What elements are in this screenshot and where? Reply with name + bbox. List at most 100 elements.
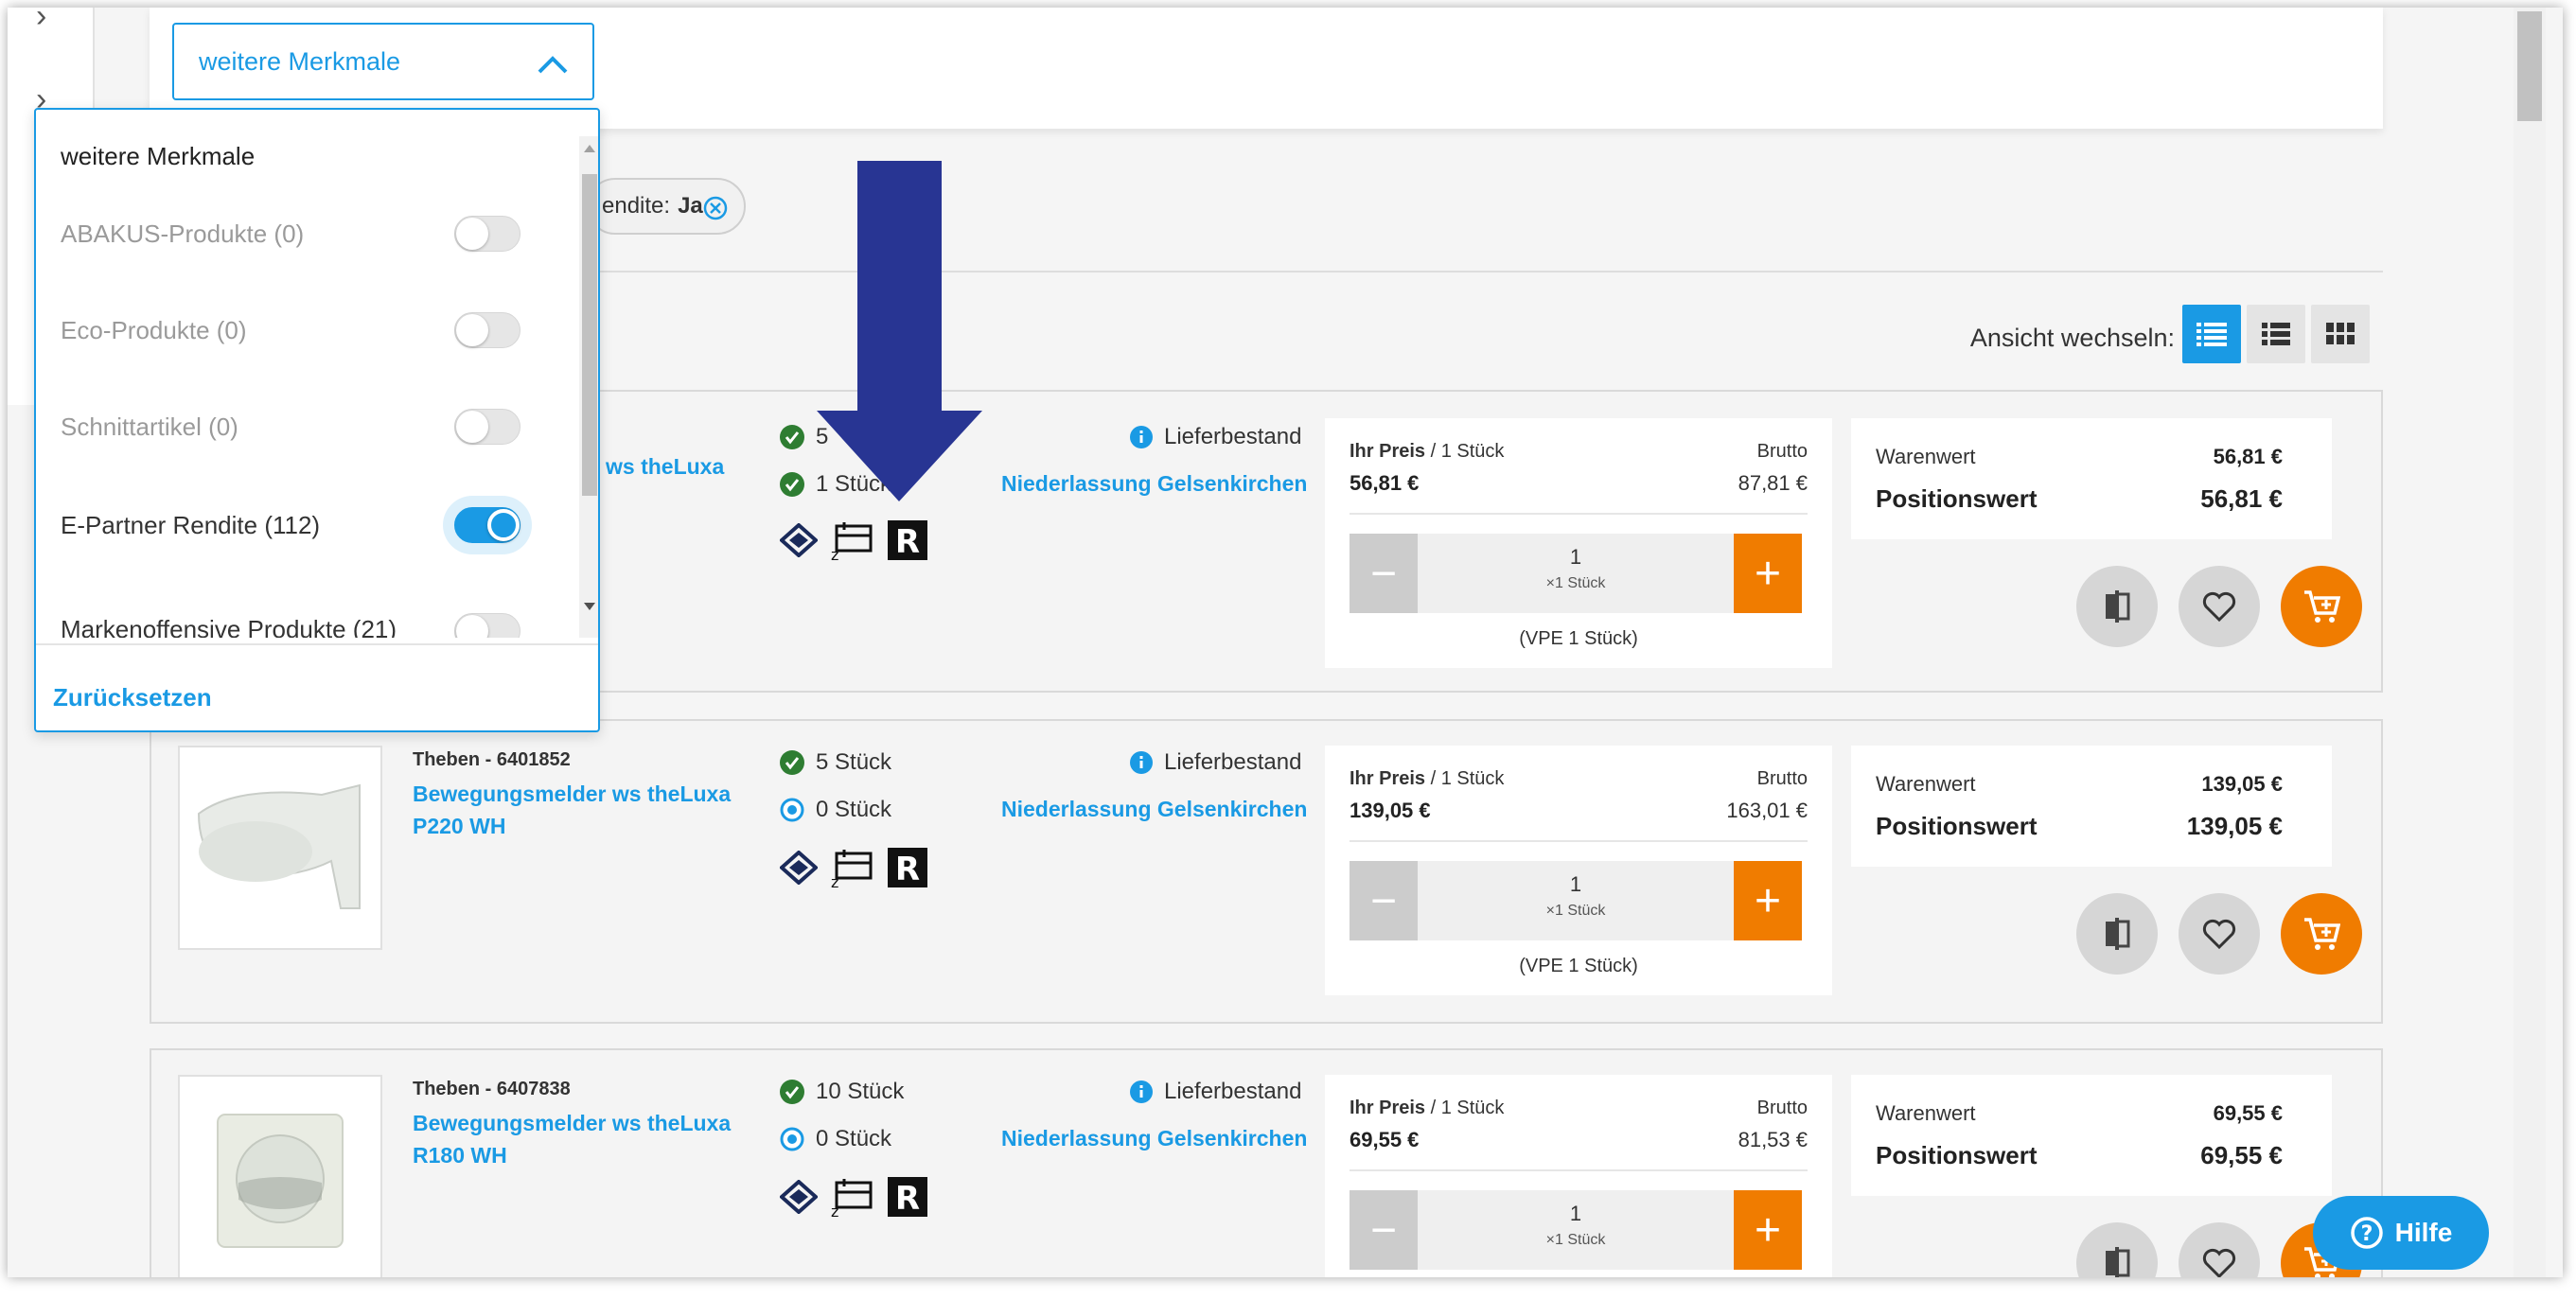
quantity-input[interactable]: 1 ×1 Stück bbox=[1418, 861, 1734, 940]
product-image[interactable] bbox=[178, 746, 382, 950]
wishlist-button[interactable] bbox=[2179, 1222, 2260, 1277]
compact-list-icon bbox=[2262, 323, 2290, 345]
lieferbestand-label: Lieferbestand bbox=[1164, 1079, 1302, 1104]
active-filter-chip[interactable]: endite: Ja bbox=[587, 178, 746, 235]
product-name-line1: Bewegungsmelder ws theLuxa bbox=[413, 1111, 732, 1135]
info-icon[interactable] bbox=[1130, 751, 1153, 774]
info-icon[interactable] bbox=[1130, 426, 1153, 448]
divider bbox=[1350, 1169, 1808, 1171]
branch-link[interactable]: Niederlassung Gelsenkirchen bbox=[1001, 797, 1307, 822]
product-name-link[interactable]: Bewegungsmelder ws theLuxa P220 WH bbox=[413, 778, 753, 842]
motion-detector-image bbox=[217, 1114, 344, 1248]
price-value: 69,55 € bbox=[1350, 1128, 1420, 1151]
filter-option-label: Schnittartikel (0) bbox=[61, 413, 238, 441]
chevron-right-icon[interactable]: › bbox=[36, 8, 46, 35]
stock-branch-value: 0 Stück bbox=[816, 1126, 892, 1151]
vpe-label: (VPE 1 Stück) bbox=[1519, 956, 1638, 976]
compare-button[interactable] bbox=[2076, 1222, 2158, 1277]
decrease-quantity-button[interactable]: − bbox=[1350, 861, 1418, 940]
toggle-markenoffensive-produkte[interactable] bbox=[454, 613, 520, 638]
page-scrollbar-thumb[interactable] bbox=[2517, 11, 2542, 121]
toggle-e-partner-rendite[interactable] bbox=[454, 507, 520, 543]
increase-quantity-button[interactable]: + bbox=[1734, 534, 1802, 613]
check-circle-icon bbox=[780, 750, 804, 775]
weitere-merkmale-dropdown[interactable]: weitere Merkmale bbox=[172, 23, 594, 100]
product-name-line2: R180 WH bbox=[413, 1143, 507, 1168]
heart-icon bbox=[2202, 919, 2236, 949]
toggle-schnittartikel[interactable] bbox=[454, 409, 520, 445]
add-to-cart-button[interactable] bbox=[2281, 893, 2362, 975]
vpe-label: (VPE 1 Stück) bbox=[1519, 628, 1638, 649]
list-icon bbox=[2197, 323, 2227, 346]
help-button[interactable]: ? Hilfe bbox=[2313, 1196, 2489, 1270]
compare-button[interactable] bbox=[2076, 893, 2158, 975]
rendite-r-icon: R bbox=[888, 848, 927, 887]
cutting-service-icon: z bbox=[831, 1179, 873, 1217]
branch-link[interactable]: Niederlassung Gelsenkirchen bbox=[1001, 471, 1307, 497]
cutting-service-icon: z bbox=[831, 522, 873, 560]
quantity-input[interactable]: 1 ×1 Stück bbox=[1418, 534, 1734, 613]
toggle-abakus-produkte[interactable] bbox=[454, 216, 520, 252]
brutto-value: 163,01 € bbox=[1726, 799, 1808, 822]
product-name-link[interactable]: Bewegungsmelder ws theLuxa R180 WH bbox=[413, 1107, 753, 1171]
positionswert-label: Positionswert bbox=[1876, 1141, 2038, 1169]
grid-view-button[interactable] bbox=[2311, 305, 2370, 363]
toggle-knob bbox=[487, 509, 520, 541]
brutto-label: Brutto bbox=[1756, 768, 1808, 789]
divider bbox=[1350, 513, 1808, 515]
stock-main-value: 5 Stück bbox=[816, 749, 892, 775]
compare-button[interactable] bbox=[2076, 566, 2158, 647]
divider bbox=[1350, 840, 1808, 842]
increase-quantity-button[interactable]: + bbox=[1734, 1190, 1802, 1270]
increase-quantity-button[interactable]: + bbox=[1734, 861, 1802, 940]
check-circle-icon bbox=[780, 425, 804, 449]
wishlist-button[interactable] bbox=[2179, 566, 2260, 647]
toggle-eco-produkte[interactable] bbox=[454, 312, 520, 348]
toggle-knob bbox=[456, 314, 488, 346]
product-name-line2: P220 WH bbox=[413, 814, 506, 838]
help-label: Hilfe bbox=[2394, 1218, 2453, 1247]
grid-icon bbox=[2326, 323, 2355, 344]
page-scrollbar[interactable] bbox=[2514, 8, 2546, 1277]
toggle-knob bbox=[456, 411, 488, 443]
stock-main-value: 10 Stück bbox=[816, 1079, 905, 1104]
stock-branch: 0 Stück bbox=[780, 797, 891, 823]
heart-icon bbox=[2202, 1248, 2236, 1277]
brutto-label: Brutto bbox=[1756, 441, 1808, 462]
wishlist-button[interactable] bbox=[2179, 893, 2260, 975]
add-to-cart-button[interactable] bbox=[2281, 566, 2362, 647]
quantity-value: 1 bbox=[1569, 1202, 1582, 1225]
decrease-quantity-button[interactable]: − bbox=[1350, 534, 1418, 613]
diamond-logo-icon bbox=[780, 523, 818, 557]
clock-icon bbox=[780, 1127, 804, 1151]
compare-icon bbox=[2106, 1247, 2130, 1277]
check-circle-icon bbox=[780, 472, 804, 497]
product-badges: z R bbox=[780, 848, 927, 887]
toggle-knob bbox=[456, 615, 488, 638]
diamond-logo-icon bbox=[780, 1180, 818, 1214]
svg-text:z: z bbox=[831, 873, 838, 887]
list-view-button[interactable] bbox=[2182, 305, 2241, 363]
quantity-unit: ×1 Stück bbox=[1545, 1232, 1606, 1248]
remove-filter-icon[interactable] bbox=[702, 195, 729, 221]
clipped-option-row: Markenoffensive Produkte (21) bbox=[36, 596, 575, 638]
product-name-line1: Bewegungsmelder ws theLuxa bbox=[413, 782, 732, 806]
product-brand-sku: Theben - 6407838 bbox=[413, 1079, 571, 1099]
scroll-down-icon[interactable] bbox=[583, 602, 596, 611]
scroll-up-icon[interactable] bbox=[583, 144, 596, 153]
compact-list-view-button[interactable] bbox=[2247, 305, 2305, 363]
reset-filters-link[interactable]: Zurücksetzen bbox=[53, 683, 212, 712]
divider bbox=[36, 643, 598, 645]
heart-icon bbox=[2202, 591, 2236, 622]
stock-main: 5 Stück bbox=[780, 749, 891, 776]
decrease-quantity-button[interactable]: − bbox=[1350, 1190, 1418, 1270]
quantity-input[interactable]: 1 ×1 Stück bbox=[1418, 1190, 1734, 1270]
info-icon[interactable] bbox=[1130, 1080, 1153, 1103]
warenwert-value: 56,81 € bbox=[2213, 445, 2283, 468]
positionswert-label: Positionswert bbox=[1876, 812, 2038, 840]
summary-box: Warenwert 139,05 € Positionswert 139,05 … bbox=[1851, 746, 2332, 867]
svg-text:R: R bbox=[895, 1180, 920, 1217]
product-image[interactable] bbox=[178, 1075, 382, 1277]
branch-link[interactable]: Niederlassung Gelsenkirchen bbox=[1001, 1126, 1307, 1151]
panel-scrollbar-thumb[interactable] bbox=[582, 174, 597, 496]
